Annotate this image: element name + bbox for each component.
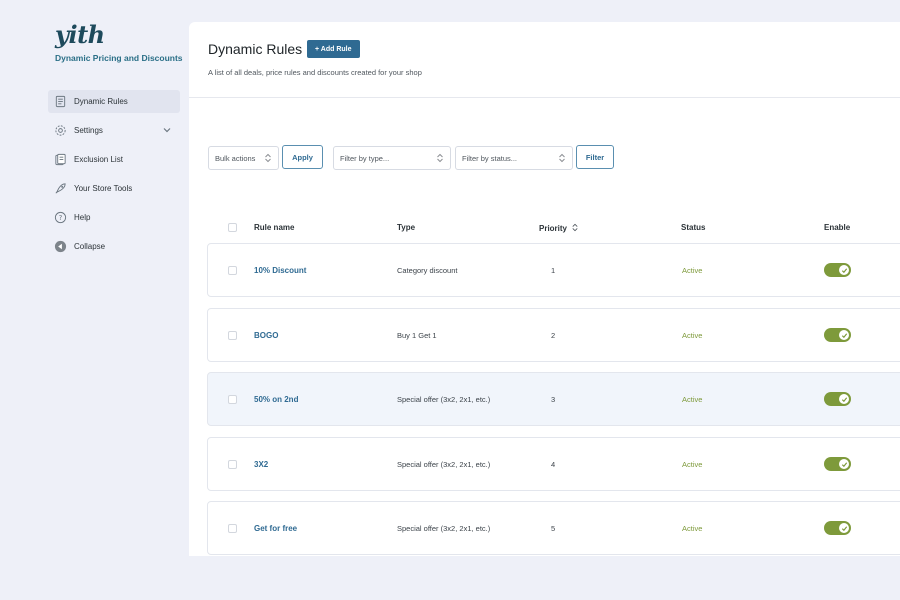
select-arrows-icon: [265, 153, 271, 163]
bulk-actions-select[interactable]: Bulk actions: [208, 146, 279, 170]
column-enable: Enable: [824, 223, 851, 232]
apply-button[interactable]: Apply: [282, 145, 323, 169]
collapse-icon: [53, 240, 67, 254]
rule-status: Active: [682, 524, 703, 533]
gear-icon: [53, 124, 67, 138]
filter-button[interactable]: Filter: [576, 145, 614, 169]
select-all-checkbox[interactable]: [228, 223, 237, 232]
chevron-down-icon[interactable]: [162, 125, 172, 135]
enable-toggle[interactable]: [824, 328, 851, 342]
rule-status: Active: [682, 460, 703, 469]
sidebar-nav: Dynamic Rules Settings Exclusion List Yo…: [48, 90, 180, 264]
filter-status-label: Filter by status...: [462, 153, 518, 163]
sidebar-item-label: Exclusion List: [74, 155, 123, 164]
sidebar-item-label: Your Store Tools: [74, 184, 133, 193]
rule-name-link[interactable]: BOGO: [254, 331, 278, 340]
rule-priority: 5: [551, 524, 556, 533]
column-status: Status: [681, 223, 706, 232]
sidebar-item-settings[interactable]: Settings: [48, 119, 180, 142]
enable-toggle[interactable]: [824, 392, 851, 406]
column-rule-name[interactable]: Rule name: [254, 223, 294, 232]
filter-type-select[interactable]: Filter by type...: [333, 146, 451, 170]
sidebar: yith Dynamic Pricing and Discounts Dynam…: [0, 0, 188, 600]
plugin-name: Dynamic Pricing and Discounts: [55, 53, 183, 63]
sidebar-item-label: Dynamic Rules: [74, 97, 128, 106]
sidebar-item-dynamic-rules[interactable]: Dynamic Rules: [48, 90, 180, 113]
rule-type: Special offer (3x2, 2x1, etc.): [397, 460, 491, 469]
rule-type: Special offer (3x2, 2x1, etc.): [397, 524, 491, 533]
select-arrows-icon: [559, 153, 565, 163]
list-icon: [53, 153, 67, 167]
enable-toggle[interactable]: [824, 521, 851, 535]
table-row[interactable]: BOGO Buy 1 Get 1 2 Active: [207, 308, 900, 362]
check-icon: [839, 459, 849, 469]
rule-status: Active: [682, 395, 703, 404]
add-rule-button[interactable]: + Add Rule: [307, 40, 360, 58]
bulk-actions-label: Bulk actions: [215, 153, 256, 163]
row-checkbox[interactable]: [228, 395, 237, 404]
row-checkbox[interactable]: [228, 460, 237, 469]
table-row[interactable]: 10% Discount Category discount 1 Active: [207, 243, 900, 297]
rule-type: Category discount: [397, 266, 458, 275]
help-icon: ?: [53, 211, 67, 225]
column-priority-label: Priority: [539, 224, 568, 233]
rule-name-link[interactable]: Get for free: [254, 524, 297, 533]
sidebar-item-help[interactable]: ? Help: [48, 206, 180, 229]
rule-priority: 1: [551, 266, 556, 275]
rocket-icon: [53, 182, 67, 196]
rule-priority: 2: [551, 331, 556, 340]
rule-name-link[interactable]: 10% Discount: [254, 266, 306, 275]
rule-type: Buy 1 Get 1: [397, 331, 437, 340]
check-icon: [839, 330, 849, 340]
row-checkbox[interactable]: [228, 266, 237, 275]
table-row[interactable]: Get for free Special offer (3x2, 2x1, et…: [207, 501, 900, 555]
yith-logo: yith: [55, 20, 105, 49]
table-row[interactable]: 3X2 Special offer (3x2, 2x1, etc.) 4 Act…: [207, 437, 900, 491]
sidebar-item-collapse[interactable]: Collapse: [48, 235, 180, 258]
page-title: Dynamic Rules: [208, 41, 303, 57]
sidebar-item-exclusion-list[interactable]: Exclusion List: [48, 148, 180, 171]
rule-name-link[interactable]: 3X2: [254, 460, 268, 469]
rule-name-link[interactable]: 50% on 2nd: [254, 395, 298, 404]
rule-status: Active: [682, 266, 703, 275]
filter-status-select[interactable]: Filter by status...: [455, 146, 573, 170]
sort-icon[interactable]: [571, 223, 579, 232]
rule-status: Active: [682, 331, 703, 340]
column-priority[interactable]: Priority: [539, 223, 579, 233]
rule-priority: 4: [551, 460, 556, 469]
row-checkbox[interactable]: [228, 331, 237, 340]
sidebar-item-store-tools[interactable]: Your Store Tools: [48, 177, 180, 200]
logo-text: yith: [55, 20, 105, 49]
table-row[interactable]: 50% on 2nd Special offer (3x2, 2x1, etc.…: [207, 372, 900, 426]
document-icon: [53, 95, 67, 109]
sidebar-item-label: Collapse: [74, 242, 106, 251]
check-icon: [839, 523, 849, 533]
check-icon: [839, 265, 849, 275]
main-panel: Dynamic Rules + Add Rule A list of all d…: [189, 22, 900, 556]
header-divider: [189, 97, 900, 98]
filter-type-label: Filter by type...: [340, 153, 390, 163]
check-icon: [839, 394, 849, 404]
column-type: Type: [397, 223, 416, 232]
select-arrows-icon: [437, 153, 443, 163]
rule-type: Special offer (3x2, 2x1, etc.): [397, 395, 491, 404]
enable-toggle[interactable]: [824, 457, 851, 471]
svg-text:?: ?: [58, 214, 62, 222]
sidebar-item-label: Settings: [74, 126, 103, 135]
row-checkbox[interactable]: [228, 524, 237, 533]
page-subtitle: A list of all deals, price rules and dis…: [208, 68, 422, 77]
sidebar-item-label: Help: [74, 213, 91, 222]
rule-priority: 3: [551, 395, 556, 404]
enable-toggle[interactable]: [824, 263, 851, 277]
